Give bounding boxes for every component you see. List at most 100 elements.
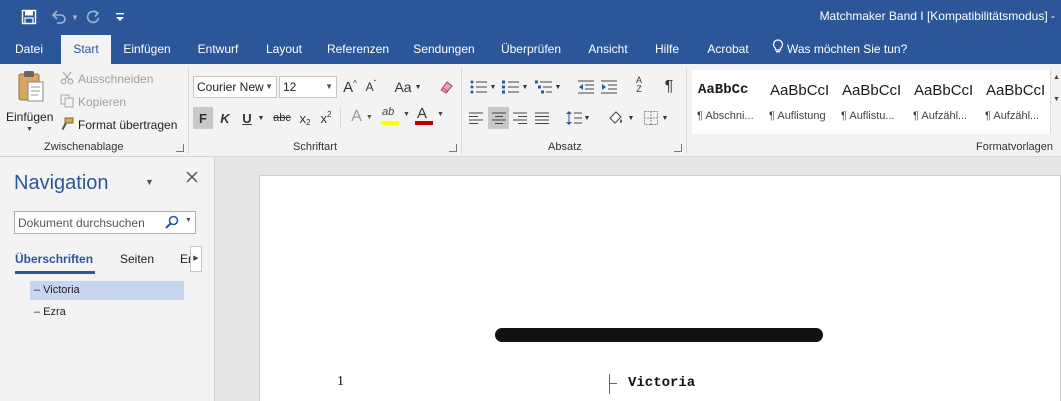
chevron-down-icon: ▼ [365, 113, 373, 121]
tab-acrobat[interactable]: Acrobat [700, 35, 756, 64]
align-right-icon[interactable] [510, 107, 530, 129]
style-preview: AaBbCc [698, 82, 749, 98]
tab-referenzen[interactable]: Referenzen [322, 35, 394, 64]
bold-button[interactable]: F [193, 107, 213, 129]
caret-up-icon: ^ [353, 78, 357, 88]
shading-button[interactable]: ▼ [605, 107, 637, 129]
shrink-font-glyph: A [365, 80, 374, 94]
style-item[interactable]: AaBbCcI ¶ Auflistu... [836, 70, 908, 134]
chevron-down-icon: ▼ [661, 114, 669, 122]
tell-me-box[interactable]: Was möchten Sie tun? [772, 35, 917, 64]
styles-scroll[interactable]: ▲ ▼ [1050, 70, 1061, 134]
format-painter-button[interactable]: Format übertragen [60, 116, 180, 134]
numbering-button[interactable]: ▼ [500, 77, 530, 97]
show-formatting-button[interactable]: ¶ [660, 77, 678, 97]
paste-button[interactable]: Einfügen ▼ [6, 68, 54, 136]
style-item[interactable]: AaBbCc ¶ Abschni... [692, 70, 764, 134]
change-case-button[interactable]: Aa ▼ [393, 77, 423, 97]
sort-z-glyph: Z [636, 84, 642, 94]
style-item[interactable]: AaBbCcI ¶ Auflistung [764, 70, 836, 134]
tab-results[interactable]: Er [180, 252, 190, 266]
copy-button[interactable]: Kopieren [60, 93, 170, 111]
grow-font-icon[interactable]: A ^ [341, 77, 359, 97]
justify-icon[interactable] [532, 107, 552, 129]
text-effects-button[interactable]: A ▼ [347, 107, 377, 127]
ribbon-start: Einfügen ▼ Ausschneiden Kopieren Format … [0, 64, 1061, 157]
cut-button[interactable]: Ausschneiden [60, 70, 170, 88]
font-name-value: Courier New [197, 80, 264, 94]
font-size-combo[interactable]: 12 ▼ [279, 76, 337, 98]
tab-sendungen[interactable]: Sendungen [408, 35, 480, 64]
customize-toolbar-icon[interactable] [112, 7, 128, 27]
font-name-combo[interactable]: Courier New ▼ [193, 76, 277, 98]
undo-dropdown-icon[interactable]: ▼ [70, 7, 80, 27]
tab-ueberpruefen[interactable]: Überprüfen [494, 35, 568, 64]
underline-button[interactable]: U [238, 108, 256, 128]
paste-dropdown-icon: ▼ [26, 126, 33, 133]
heading-item-ezra[interactable]: – Ezra [30, 303, 184, 322]
search-box[interactable]: ▼ [14, 211, 196, 234]
underline-dropdown-icon[interactable]: ▼ [256, 108, 266, 128]
decrease-indent-icon[interactable] [576, 77, 596, 97]
highlight-pen-icon: ab [382, 106, 395, 118]
font-size-value: 12 [283, 80, 297, 94]
heading-item-victoria[interactable]: – Victoria [30, 281, 184, 300]
style-item[interactable]: AaBbCcI ¶ Aufzähl... [908, 70, 980, 134]
tab-ansicht[interactable]: Ansicht [582, 35, 634, 64]
align-center-icon[interactable] [488, 107, 509, 129]
increase-indent-icon[interactable] [599, 77, 619, 97]
caret-down-icon: ˇ [373, 78, 377, 88]
italic-button[interactable]: K [216, 108, 234, 128]
style-name: ¶ Auflistu... [841, 110, 895, 122]
multilevel-list-button[interactable]: ▼ [533, 77, 563, 97]
toolbar-divider [340, 108, 341, 128]
search-input[interactable] [18, 214, 158, 231]
tab-pages[interactable]: Seiten [120, 252, 154, 266]
clear-formatting-icon[interactable] [436, 77, 456, 97]
word-window: ▼ Matchmaker Band I [Kompatibilitätsmodu… [0, 0, 1061, 401]
font-color-button[interactable]: A ▼ [414, 105, 446, 128]
highlight-button[interactable]: ab ▼ [380, 106, 412, 128]
pane-options-icon[interactable]: ▼ [145, 177, 154, 187]
tab-einfuegen[interactable]: Einfügen [117, 35, 177, 64]
tab-entwurf[interactable]: Entwurf [191, 35, 245, 64]
bullets-button[interactable]: ▼ [468, 77, 498, 97]
style-name: ¶ Auflistung [769, 110, 826, 122]
superscript-button[interactable]: x2 [317, 108, 335, 128]
shrink-font-icon[interactable]: Aˇ [362, 77, 380, 97]
document-heading[interactable]: Victoria [628, 375, 695, 391]
font-launcher-icon[interactable] [449, 144, 457, 152]
text-effects-glyph: A [351, 108, 362, 125]
lightbulb-icon [772, 36, 784, 64]
font-group-label: Schriftart [293, 141, 338, 153]
subscript-button[interactable]: x2 [296, 108, 314, 128]
ribbon-tabs: Datei Start Einfügen Entwurf Layout Refe… [0, 35, 1061, 64]
grow-font-glyph: A [343, 78, 354, 96]
align-left-icon[interactable] [466, 107, 486, 129]
style-item[interactable]: AaBbCcI ¶ Aufzähl... [980, 70, 1052, 134]
strikethrough-button[interactable]: abc [270, 108, 294, 128]
style-preview: AaBbCcI [770, 82, 830, 99]
tab-datei[interactable]: Datei [5, 35, 53, 64]
tab-headings[interactable]: Überschriften [15, 252, 95, 274]
undo-icon[interactable] [48, 7, 70, 27]
chevron-down-icon[interactable]: ▼ [185, 217, 192, 224]
save-icon[interactable] [18, 7, 40, 27]
tab-layout[interactable]: Layout [260, 35, 308, 64]
document-page[interactable]: 1 Victoria [259, 175, 1061, 401]
line-spacing-button[interactable]: ▼ [563, 107, 593, 129]
tab-start[interactable]: Start [61, 35, 111, 64]
clipboard-launcher-icon[interactable] [176, 144, 184, 152]
tab-hilfe[interactable]: Hilfe [648, 35, 686, 64]
redo-icon[interactable] [82, 7, 104, 27]
style-name: ¶ Aufzähl... [985, 110, 1040, 122]
tab-scroll-right-icon[interactable]: ▶ [190, 246, 202, 272]
sort-button[interactable]: AZ [630, 75, 648, 95]
close-icon[interactable] [186, 171, 198, 186]
paragraph-launcher-icon[interactable] [674, 144, 682, 152]
search-icon[interactable] [165, 215, 179, 232]
borders-button[interactable]: ▼ [640, 107, 672, 129]
scissors-icon [60, 71, 74, 88]
chevron-down-icon: ▼ [583, 114, 591, 122]
format-painter-label: Format übertragen [78, 118, 178, 132]
